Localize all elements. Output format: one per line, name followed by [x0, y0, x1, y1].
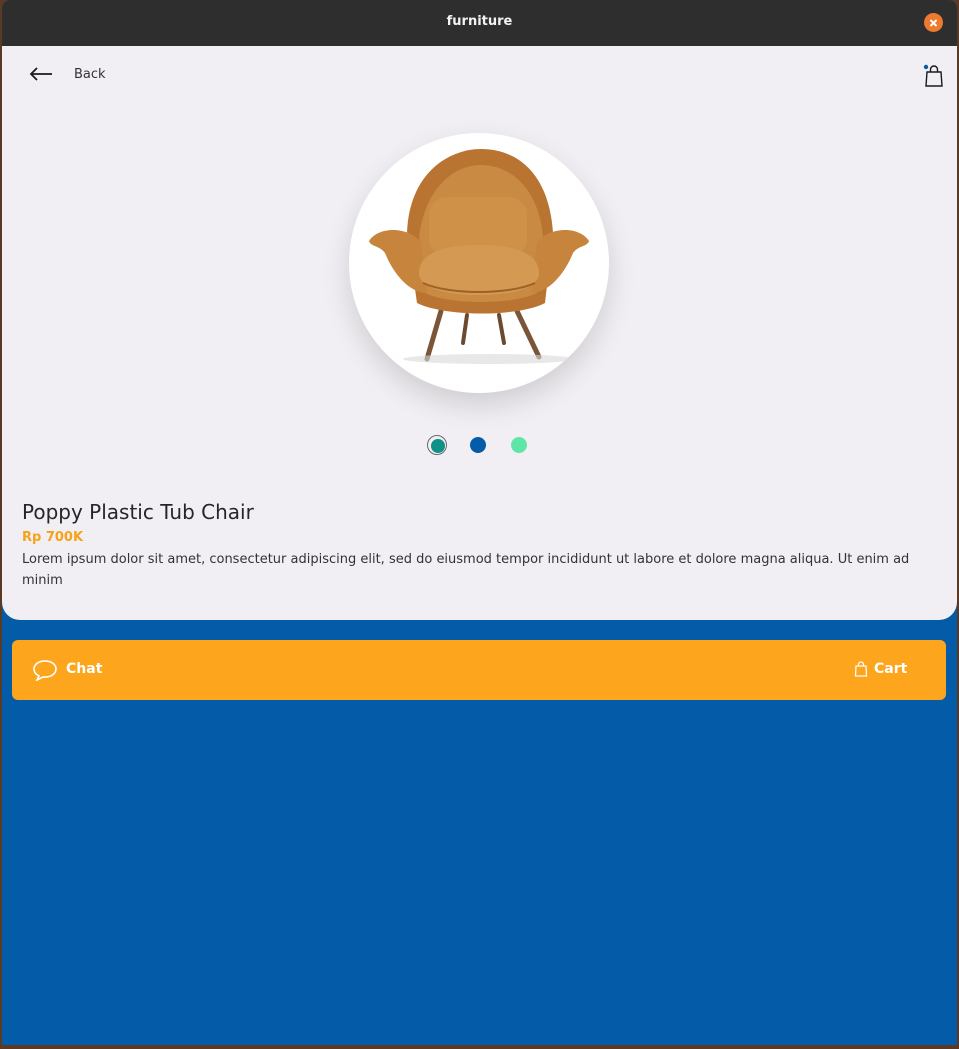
shopping-bag-icon[interactable] [923, 64, 945, 88]
shopping-bag-icon [854, 661, 868, 677]
color-swatch-mint[interactable] [509, 435, 529, 455]
product-description: Lorem ipsum dolor sit amet, consectetur … [22, 552, 910, 588]
color-swatch-fill [431, 439, 445, 453]
color-swatch-fill [511, 437, 527, 453]
chat-bubble-icon[interactable] [32, 659, 58, 681]
cart-button-label: Cart [874, 661, 908, 677]
product-title: Poppy Plastic Tub Chair [22, 500, 254, 524]
product-price: Rp 700K [22, 530, 84, 545]
color-swatch-teal[interactable] [427, 435, 447, 455]
close-window-button[interactable] [924, 13, 943, 32]
color-swatch-fill [470, 437, 486, 453]
product-card: Back Poppy Plastic Tub Chair Rp 700K Lor… [2, 46, 957, 620]
chat-button[interactable]: Chat [66, 661, 102, 677]
add-to-cart-button[interactable]: Cart [842, 654, 922, 686]
window-title: furniture [446, 14, 513, 29]
color-swatch-blue[interactable] [468, 435, 488, 455]
app-window: furniture Back Poppy Plastic Tub Chair R… [2, 0, 957, 1045]
title-bar: furniture [2, 0, 957, 46]
product-image [349, 133, 609, 393]
action-bar: Chat Cart [12, 640, 946, 700]
back-arrow-icon[interactable] [28, 66, 54, 82]
back-button[interactable]: Back [74, 67, 106, 82]
armchair-image [369, 149, 589, 364]
